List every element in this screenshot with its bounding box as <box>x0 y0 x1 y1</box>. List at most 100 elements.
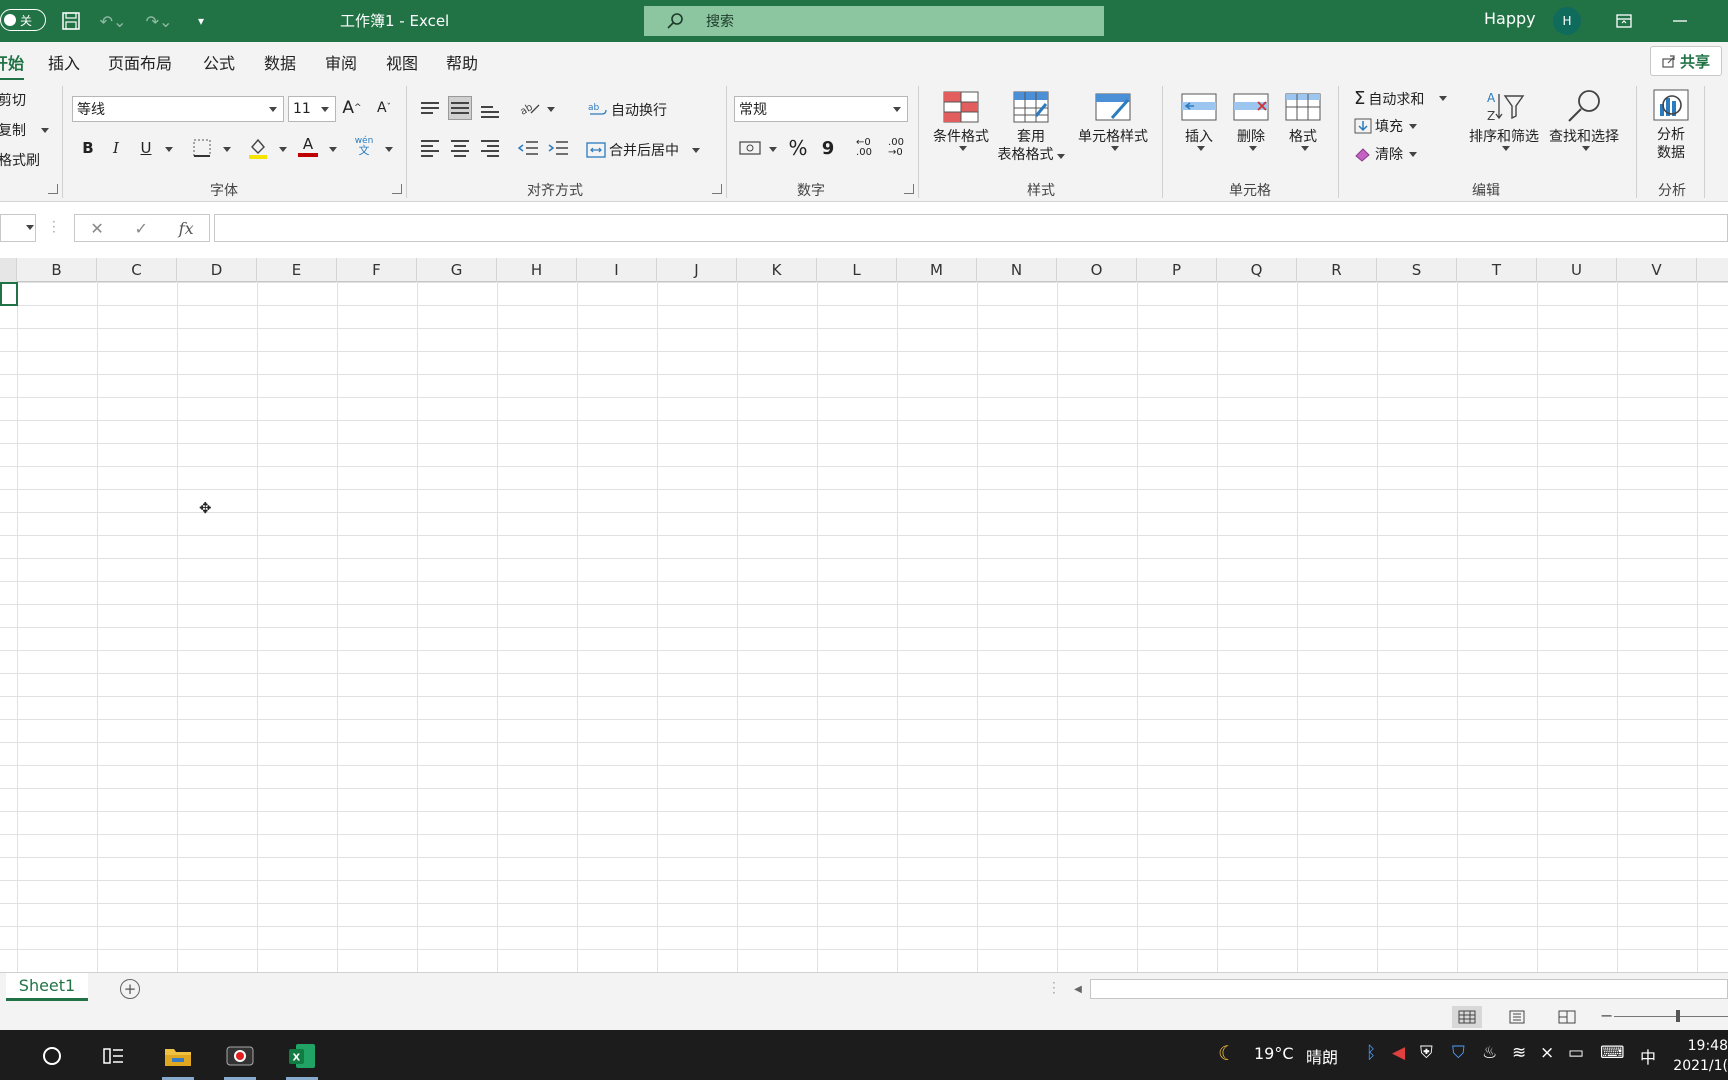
conditional-formatting-button[interactable]: 条件格式 <box>928 90 994 151</box>
orientation-icon[interactable]: ab <box>518 96 542 120</box>
column-header-p[interactable]: P <box>1137 258 1217 282</box>
mute-icon[interactable]: × <box>1540 1043 1554 1063</box>
zoom-slider[interactable] <box>1614 1016 1728 1017</box>
page-layout-view-icon[interactable] <box>1502 1006 1532 1028</box>
find-select-button[interactable]: 查找和选择 <box>1546 88 1622 151</box>
file-explorer-icon[interactable] <box>158 1038 198 1080</box>
tab-review[interactable]: 审阅 <box>325 50 357 74</box>
column-header-c[interactable]: C <box>97 258 177 282</box>
cancel-icon[interactable]: ✕ <box>90 219 103 238</box>
search-input[interactable]: 搜索 <box>644 6 1104 36</box>
format-as-table-button[interactable]: 套用 表格格式 <box>992 90 1070 164</box>
alignment-launcher-icon[interactable] <box>712 184 722 194</box>
tab-formulas[interactable]: 公式 <box>203 50 235 74</box>
font-name-select[interactable]: 等线 <box>72 96 284 122</box>
share-button[interactable]: 共享 <box>1650 46 1722 76</box>
enter-icon[interactable]: ✓ <box>135 219 148 238</box>
security-shield-icon[interactable]: ⛉ <box>1452 1043 1465 1063</box>
align-left-icon[interactable] <box>418 136 442 160</box>
add-sheet-button[interactable]: + <box>120 979 140 999</box>
column-header-q[interactable]: Q <box>1217 258 1297 282</box>
column-header-l[interactable]: L <box>817 258 897 282</box>
increase-decimal-icon[interactable]: ←0.00 <box>852 136 876 160</box>
customize-qat-icon[interactable]: ▾ <box>192 10 210 32</box>
worksheet-grid[interactable]: BCDEFGHIJKLMNOPQRSTUV ✥ <box>0 258 1728 972</box>
column-header-u[interactable]: U <box>1537 258 1617 282</box>
ime-indicator[interactable]: 中 <box>1640 1044 1656 1068</box>
task-view-icon[interactable] <box>94 1038 134 1074</box>
fill-button[interactable]: 填充 <box>1354 116 1417 136</box>
tab-page-layout[interactable]: 页面布局 <box>108 50 172 74</box>
screen-recorder-icon[interactable] <box>220 1038 260 1080</box>
increase-indent-icon[interactable] <box>546 136 570 160</box>
insert-function-button[interactable]: fx <box>179 219 194 238</box>
format-cells-button[interactable]: 格式 <box>1280 90 1326 151</box>
chevron-down-icon[interactable] <box>769 147 777 152</box>
search-circle-icon[interactable] <box>32 1038 72 1074</box>
column-header-d[interactable]: D <box>177 258 257 282</box>
accounting-icon[interactable] <box>738 136 762 160</box>
align-top-icon[interactable] <box>418 96 442 120</box>
bluetooth-icon[interactable]: ᛒ <box>1366 1043 1376 1063</box>
copy-button[interactable]: 复制 <box>0 120 49 140</box>
autosave-toggle[interactable]: 关 <box>0 9 46 31</box>
column-header-t[interactable]: T <box>1457 258 1537 282</box>
normal-view-icon[interactable] <box>1452 1006 1482 1028</box>
splitter-icon[interactable]: · · · <box>1052 977 1056 999</box>
undo-icon[interactable]: ↶⌄ <box>96 10 130 32</box>
autosum-button[interactable]: Σ 自动求和 <box>1354 88 1448 109</box>
font-launcher-icon[interactable] <box>392 184 402 194</box>
chevron-down-icon[interactable] <box>329 147 337 152</box>
clock[interactable]: 19:48 2021/1( <box>1672 1036 1728 1076</box>
decrease-indent-icon[interactable] <box>516 136 540 160</box>
wrap-text-button[interactable]: ab 自动换行 <box>588 100 667 120</box>
column-header-j[interactable]: J <box>657 258 737 282</box>
sort-filter-button[interactable]: AZ 排序和筛选 <box>1466 88 1542 151</box>
column-header-o[interactable]: O <box>1057 258 1137 282</box>
underline-button[interactable]: U <box>134 136 158 160</box>
ribbon-display-icon[interactable] <box>1612 10 1636 32</box>
horizontal-scrollbar[interactable] <box>1090 979 1728 999</box>
italic-button[interactable]: I <box>104 136 128 160</box>
tab-help[interactable]: 帮助 <box>446 50 478 74</box>
tab-view[interactable]: 视图 <box>386 50 418 74</box>
percent-button[interactable]: % <box>786 136 810 160</box>
app-tray-icon[interactable]: ♨ <box>1482 1043 1497 1063</box>
splitter-icon[interactable]: · · · <box>52 216 56 238</box>
sheet-tab-sheet1[interactable]: Sheet1 <box>6 973 88 1001</box>
merge-center-button[interactable]: 合并后居中 <box>586 140 700 160</box>
align-bottom-icon[interactable] <box>478 100 502 124</box>
cell-area[interactable]: ✥ <box>0 282 1728 972</box>
comma-button[interactable]: 9 <box>816 136 840 160</box>
number-format-select[interactable]: 常规 <box>734 96 908 122</box>
chevron-down-icon[interactable] <box>165 147 173 152</box>
cut-button[interactable]: 剪切 <box>0 90 26 110</box>
column-header-i[interactable]: I <box>577 258 657 282</box>
minimize-icon[interactable] <box>1668 10 1692 32</box>
column-header-h[interactable]: H <box>497 258 577 282</box>
align-right-icon[interactable] <box>478 136 502 160</box>
analyze-data-button[interactable]: 分析 数据 <box>1648 88 1694 162</box>
save-icon[interactable] <box>60 10 82 32</box>
user-name[interactable]: Happy <box>1484 9 1536 28</box>
phonetic-button[interactable]: wén 文 <box>352 134 376 158</box>
chevron-down-icon[interactable] <box>385 147 393 152</box>
decrease-decimal-icon[interactable]: .00 →0 <box>884 136 908 160</box>
column-header-g[interactable]: G <box>417 258 497 282</box>
wifi-icon[interactable]: ≋ <box>1512 1043 1526 1063</box>
scroll-left-icon[interactable]: ◀ <box>1068 979 1088 999</box>
battery-icon[interactable]: ▭ <box>1568 1043 1584 1063</box>
chevron-down-icon[interactable] <box>279 147 287 152</box>
column-header-v[interactable]: V <box>1617 258 1697 282</box>
tab-data[interactable]: 数据 <box>264 50 296 74</box>
tab-insert[interactable]: 插入 <box>48 50 80 74</box>
column-header-n[interactable]: N <box>977 258 1057 282</box>
chevron-down-icon[interactable] <box>547 107 555 112</box>
column-header-e[interactable]: E <box>257 258 337 282</box>
align-center-icon[interactable] <box>448 136 472 160</box>
redo-icon[interactable]: ↷⌄ <box>142 10 176 32</box>
number-launcher-icon[interactable] <box>904 184 914 194</box>
column-header-k[interactable]: K <box>737 258 817 282</box>
delete-cells-button[interactable]: 删除 <box>1228 90 1274 151</box>
font-color-button[interactable]: A <box>296 134 320 158</box>
